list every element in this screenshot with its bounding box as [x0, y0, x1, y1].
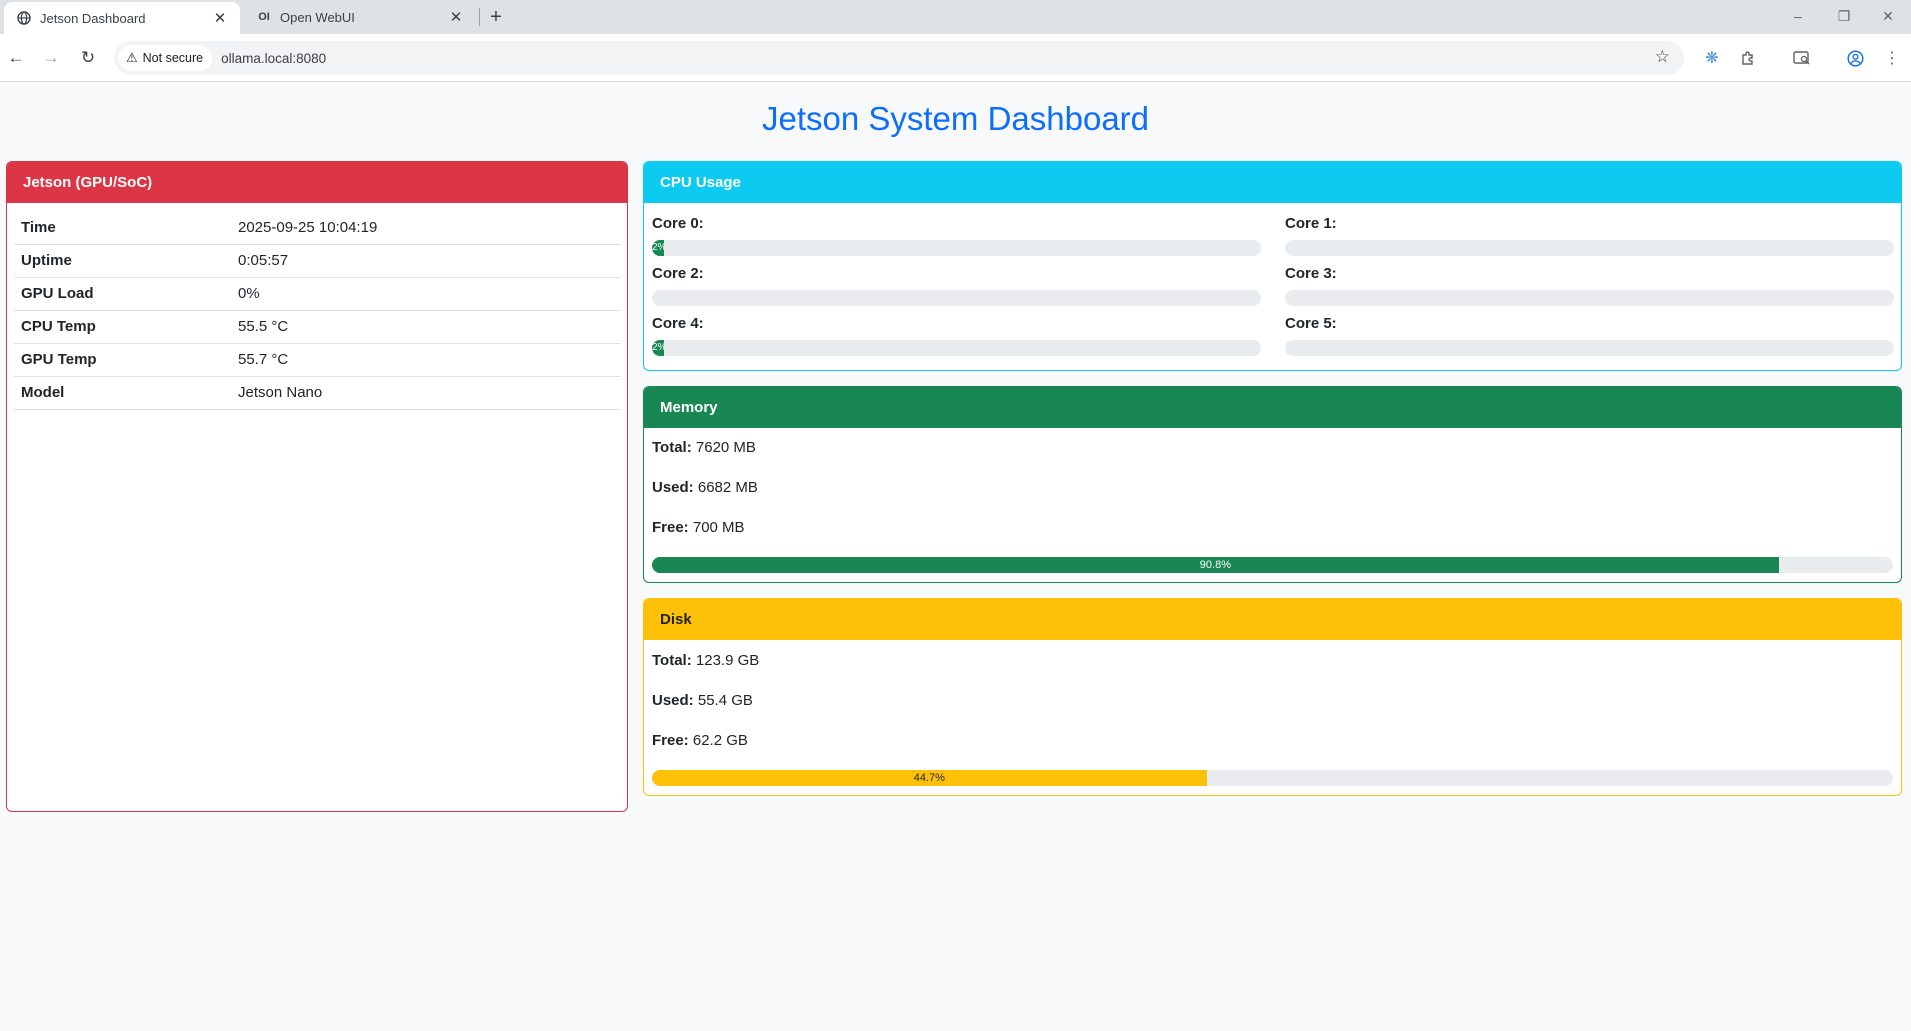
tab-label: Open WebUI — [280, 9, 355, 25]
disk-total-label: Total: — [652, 652, 692, 669]
table-row: GPU Load 0% — [14, 277, 621, 311]
close-window-icon[interactable]: ✕ — [1865, 0, 1911, 32]
disk-used-value: 55.4 GB — [697, 692, 753, 709]
core-progress-fill: 2% — [652, 340, 665, 356]
back-icon[interactable]: ← — [2, 44, 30, 72]
cpu-card: CPU Usage Core 0: 2% Core 1: Core 2: Cor… — [643, 161, 1902, 371]
reload-icon[interactable]: ↻ — [74, 44, 102, 72]
core-label: Core 1: — [1285, 215, 1337, 232]
table-row: GPU Temp 55.7 °C — [14, 343, 621, 377]
table-row: Model Jetson Nano — [14, 376, 621, 410]
stat-key: CPU Temp — [14, 310, 231, 344]
bookmark-star-icon[interactable]: ☆ — [1655, 47, 1670, 67]
memory-progress-track: 90.8% — [652, 557, 1893, 573]
close-tab-icon[interactable]: ✕ — [446, 7, 466, 27]
stat-key: Uptime — [14, 244, 231, 278]
stat-key: Time — [14, 211, 231, 245]
tab-strip: Jetson Dashboard ✕ OI Open WebUI ✕ + – ❐… — [0, 0, 1911, 34]
disk-total: Total: 123.9 GB — [652, 652, 759, 669]
stat-value: 0:05:57 — [231, 244, 621, 278]
core-0: Core 0: 2% — [652, 215, 1261, 256]
disk-progress-track: 44.7% — [652, 770, 1893, 786]
core-progress-track: 2% — [652, 340, 1261, 356]
disk-free: Free: 62.2 GB — [652, 732, 748, 749]
extension-icon[interactable]: ❋ — [1700, 46, 1724, 70]
memory-total-value: 7620 MB — [695, 439, 756, 456]
forward-icon[interactable]: → — [37, 44, 65, 72]
core-progress-track — [1285, 290, 1894, 306]
restore-icon[interactable]: ❐ — [1821, 0, 1867, 32]
minimize-icon[interactable]: – — [1775, 0, 1821, 32]
table-row: Uptime 0:05:57 — [14, 244, 621, 278]
stat-value: 0% — [231, 277, 621, 311]
stat-value: 2025-09-25 10:04:19 — [231, 211, 621, 245]
stat-key: Model — [14, 376, 231, 410]
stat-value: 55.5 °C — [231, 310, 621, 344]
jetson-stats-table: Time 2025-09-25 10:04:19 Uptime 0:05:57 GP… — [14, 211, 621, 410]
memory-free-label: Free: — [652, 519, 689, 536]
stat-value: Jetson Nano — [231, 376, 621, 410]
jetson-card-header: Jetson (GPU/SoC) — [7, 162, 627, 203]
tab-search-icon[interactable] — [1790, 46, 1814, 70]
stat-key: GPU Load — [14, 277, 231, 311]
disk-progress-fill: 44.7% — [652, 770, 1207, 786]
warning-icon: ⚠ — [126, 50, 138, 65]
puzzle-icon[interactable] — [1736, 46, 1760, 70]
open-webui-icon: OI — [258, 11, 270, 23]
core-progress-track: 2% — [652, 240, 1261, 256]
core-progress-fill: 2% — [652, 240, 665, 256]
memory-card-header: Memory — [644, 387, 1901, 428]
stat-key: GPU Temp — [14, 343, 231, 377]
tab-divider — [479, 8, 480, 26]
core-2: Core 2: — [652, 265, 1261, 306]
memory-free: Free: 700 MB — [652, 519, 745, 536]
disk-used: Used: 55.4 GB — [652, 692, 753, 709]
tab-label: Jetson Dashboard — [40, 10, 146, 26]
core-progress-track — [652, 290, 1261, 306]
disk-free-label: Free: — [652, 732, 689, 749]
security-label: Not secure — [142, 51, 204, 65]
memory-card: Memory Total: 7620 MB Used: 6682 MB Free… — [643, 386, 1902, 583]
globe-icon — [16, 10, 32, 26]
profile-icon[interactable] — [1843, 46, 1867, 70]
core-5: Core 5: — [1285, 315, 1894, 356]
tab-jetson-dashboard[interactable]: Jetson Dashboard ✕ — [4, 2, 240, 34]
memory-used-label: Used: — [652, 479, 694, 496]
core-label: Core 5: — [1285, 315, 1337, 332]
memory-used: Used: 6682 MB — [652, 479, 758, 496]
disk-free-value: 62.2 GB — [692, 732, 748, 749]
close-tab-icon[interactable]: ✕ — [210, 8, 230, 28]
cpu-card-header: CPU Usage — [644, 162, 1901, 203]
memory-total: Total: 7620 MB — [652, 439, 756, 456]
url-text[interactable]: ollama.local:8080 — [221, 51, 326, 66]
disk-card-header: Disk — [644, 599, 1901, 640]
memory-used-value: 6682 MB — [697, 479, 758, 496]
core-label: Core 0: — [652, 215, 704, 232]
core-1: Core 1: — [1285, 215, 1894, 256]
page-title: Jetson System Dashboard — [761, 100, 1150, 137]
core-label: Core 2: — [652, 265, 704, 282]
core-label: Core 3: — [1285, 265, 1337, 282]
menu-kebab-icon[interactable]: ⋮ — [1880, 46, 1904, 70]
table-row: Time 2025-09-25 10:04:19 — [14, 211, 621, 245]
core-3: Core 3: — [1285, 265, 1894, 306]
core-label: Core 4: — [652, 315, 704, 332]
stat-value: 55.7 °C — [231, 343, 621, 377]
memory-free-value: 700 MB — [692, 519, 745, 536]
memory-total-label: Total: — [652, 439, 692, 456]
core-progress-track — [1285, 340, 1894, 356]
tab-open-webui[interactable]: OI Open WebUI ✕ — [244, 0, 476, 34]
disk-card: Disk Total: 123.9 GB Used: 55.4 GB Free:… — [643, 598, 1902, 796]
disk-used-label: Used: — [652, 692, 694, 709]
disk-total-value: 123.9 GB — [695, 652, 760, 669]
core-4: Core 4: 2% — [652, 315, 1261, 356]
jetson-card: Jetson (GPU/SoC) Time 2025-09-25 10:04:19… — [6, 161, 628, 812]
core-progress-track — [1285, 240, 1894, 256]
table-row: CPU Temp 55.5 °C — [14, 310, 621, 344]
new-tab-icon[interactable]: + — [484, 5, 508, 29]
memory-progress-fill: 90.8% — [652, 557, 1779, 573]
browser-toolbar: ← → ↻ ⚠ Not secure ollama.local:8080 ☆ ❋… — [0, 34, 1911, 82]
security-chip[interactable]: ⚠ Not secure — [118, 45, 213, 71]
address-bar[interactable]: ⚠ Not secure ollama.local:8080 ☆ — [114, 41, 1684, 75]
